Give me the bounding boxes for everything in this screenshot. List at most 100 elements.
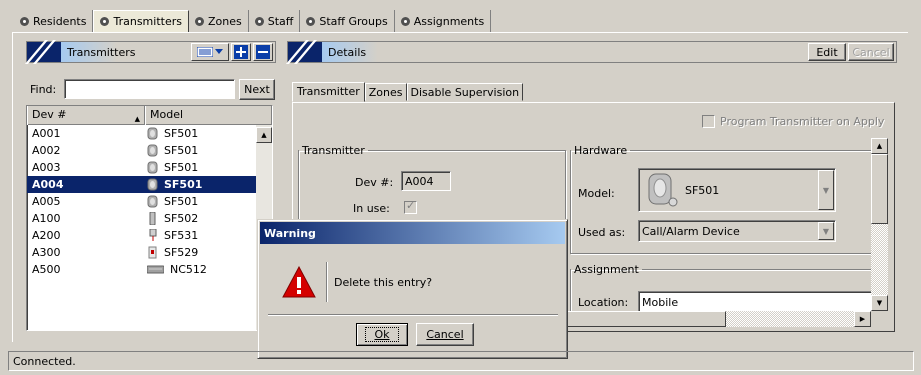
bullet-icon	[254, 16, 264, 26]
delete-transmitter-button[interactable]	[253, 43, 273, 61]
warning-icon	[282, 266, 316, 298]
tab-staff[interactable]: Staff	[249, 10, 301, 32]
list-item[interactable]: A500 NC512	[27, 261, 272, 278]
dev-number-cell: A004	[32, 178, 64, 191]
column-header-dev[interactable]: Dev # ▲	[27, 106, 145, 125]
status-text: Connected.	[13, 354, 76, 368]
used-as-dropdown-button[interactable]: ▼	[818, 222, 834, 240]
dev-number-cell: A100	[32, 212, 61, 225]
main-tab-strip: Residents Transmitters Zones Staff Staff…	[14, 10, 492, 32]
used-as-value: Call/Alarm Device	[642, 224, 740, 238]
list-header: Dev # ▲ Model	[27, 106, 272, 125]
used-as-label: Used as:	[578, 226, 626, 239]
ok-button[interactable]: Ok	[356, 323, 408, 346]
chevron-down-icon: ▼	[822, 185, 830, 195]
cancel-edit-button[interactable]: Cancel	[848, 43, 894, 61]
details-vertical-scrollbar[interactable]: ▲ ▼	[871, 138, 888, 311]
in-use-label: In use:	[353, 202, 390, 215]
tab-disable-supervision[interactable]: Disable Supervision	[406, 83, 524, 101]
tab-zones[interactable]: Zones	[189, 10, 249, 32]
dialog-divider	[326, 262, 327, 302]
model-cell: SF501	[143, 195, 198, 208]
tab-transmitter[interactable]: Transmitter	[292, 82, 365, 102]
warning-dialog: Warning Delete this entry? Ok Cancel	[257, 219, 568, 359]
pendant-icon	[147, 195, 158, 208]
list-item[interactable]: A005 SF501	[27, 193, 272, 210]
model-cell: SF529	[143, 246, 198, 259]
tab-assignments[interactable]: Assignments	[395, 10, 492, 32]
minus-icon	[256, 45, 270, 59]
tab-residents[interactable]: Residents	[14, 10, 94, 32]
dev-number-cell: A500	[32, 263, 61, 276]
tab-transmitters[interactable]: Transmitters	[93, 10, 189, 32]
details-scroll-viewport: Hardware Model: SF501 ▼ Used as: Call/Al…	[566, 138, 871, 325]
list-item[interactable]: A002 SF501	[27, 142, 272, 159]
details-scroll-thumb[interactable]	[871, 154, 888, 224]
bullet-icon	[20, 16, 29, 26]
find-input[interactable]	[64, 79, 235, 99]
details-hscroll-thumb[interactable]	[566, 311, 726, 327]
dialog-separator	[268, 314, 558, 315]
add-transmitter-button[interactable]	[231, 43, 251, 61]
dev-number-cell: A001	[32, 127, 61, 140]
used-as-combo[interactable]: Call/Alarm Device ▼	[638, 220, 836, 242]
in-use-checkbox[interactable]	[404, 199, 417, 214]
tab-staff-groups[interactable]: Staff Groups	[300, 10, 395, 32]
dev-number-cell: A002	[32, 144, 61, 157]
tab-zones-detail[interactable]: Zones	[364, 83, 407, 101]
plus-icon	[234, 45, 248, 59]
model-combo[interactable]: SF501 ▼	[638, 168, 836, 212]
pendant-device-icon	[648, 173, 678, 207]
edit-button[interactable]: Edit	[808, 43, 846, 61]
list-view-icon	[197, 47, 223, 57]
details-scroll-up-button[interactable]: ▲	[871, 138, 888, 154]
transmitter-list[interactable]: Dev # ▲ Model A001 SF501 A002 SF501 A003 SF501…	[26, 105, 273, 331]
location-combo[interactable]: Mobile	[638, 291, 871, 313]
transmitters-pane-title: Transmitters	[67, 45, 136, 59]
dev-number-label: Dev #:	[355, 176, 394, 189]
list-item[interactable]: A300 SF529	[27, 244, 272, 261]
pendant-icon	[147, 178, 158, 191]
list-item[interactable]: A001 SF501	[27, 125, 272, 142]
model-dropdown-button[interactable]: ▼	[818, 170, 834, 210]
arrow-up-icon: ▲	[876, 142, 883, 150]
dev-number-cell: A300	[32, 246, 61, 259]
arrow-right-icon: ▶	[859, 315, 866, 323]
bullet-icon	[306, 16, 316, 26]
slim-transmitter-icon	[147, 212, 158, 225]
details-pane-title: Details	[328, 45, 367, 59]
details-scroll-right-button[interactable]: ▶	[854, 311, 871, 327]
dialog-cancel-button[interactable]: Cancel	[416, 323, 474, 346]
bed-sensor-icon	[147, 265, 164, 274]
details-horizontal-scrollbar[interactable]: ▶	[566, 311, 871, 327]
location-value: Mobile	[642, 295, 679, 309]
transmitter-group-legend: Transmitter	[302, 144, 365, 157]
pendant-icon	[147, 127, 158, 140]
dialog-title: Warning	[264, 226, 316, 240]
find-label: Find:	[30, 83, 57, 96]
header-stripes-icon	[27, 42, 61, 62]
dev-number-cell: A003	[32, 161, 61, 174]
transmitters-pane-header: Transmitters	[26, 41, 276, 63]
list-rows: A001 SF501 A002 SF501 A003 SF501 A004 SF501 A005…	[27, 125, 272, 278]
model-cell: SF501	[143, 161, 198, 174]
column-header-model[interactable]: Model	[145, 106, 272, 125]
arrow-down-icon: ▼	[876, 299, 883, 307]
details-scroll-down-button[interactable]: ▼	[871, 295, 888, 311]
list-item[interactable]: A004 SF501	[27, 176, 272, 193]
view-options-button[interactable]	[191, 43, 229, 61]
bullet-icon	[100, 17, 110, 26]
dev-number-cell: A200	[32, 229, 61, 242]
next-button[interactable]: Next	[239, 79, 275, 100]
arrow-up-icon: ▲	[261, 131, 267, 139]
list-item[interactable]: A100 SF502	[27, 210, 272, 227]
list-item[interactable]: A003 SF501	[27, 159, 272, 176]
list-item[interactable]: A200 SF531	[27, 227, 272, 244]
model-label: Model:	[578, 187, 615, 200]
program-transmitter-checkbox[interactable]: Program Transmitter on Apply	[702, 115, 884, 128]
bullet-icon	[400, 16, 410, 26]
model-cell: SF531	[143, 229, 198, 242]
scroll-up-button[interactable]: ▲	[256, 127, 272, 143]
pendant-icon	[147, 144, 158, 157]
model-cell: SF501	[143, 144, 198, 157]
